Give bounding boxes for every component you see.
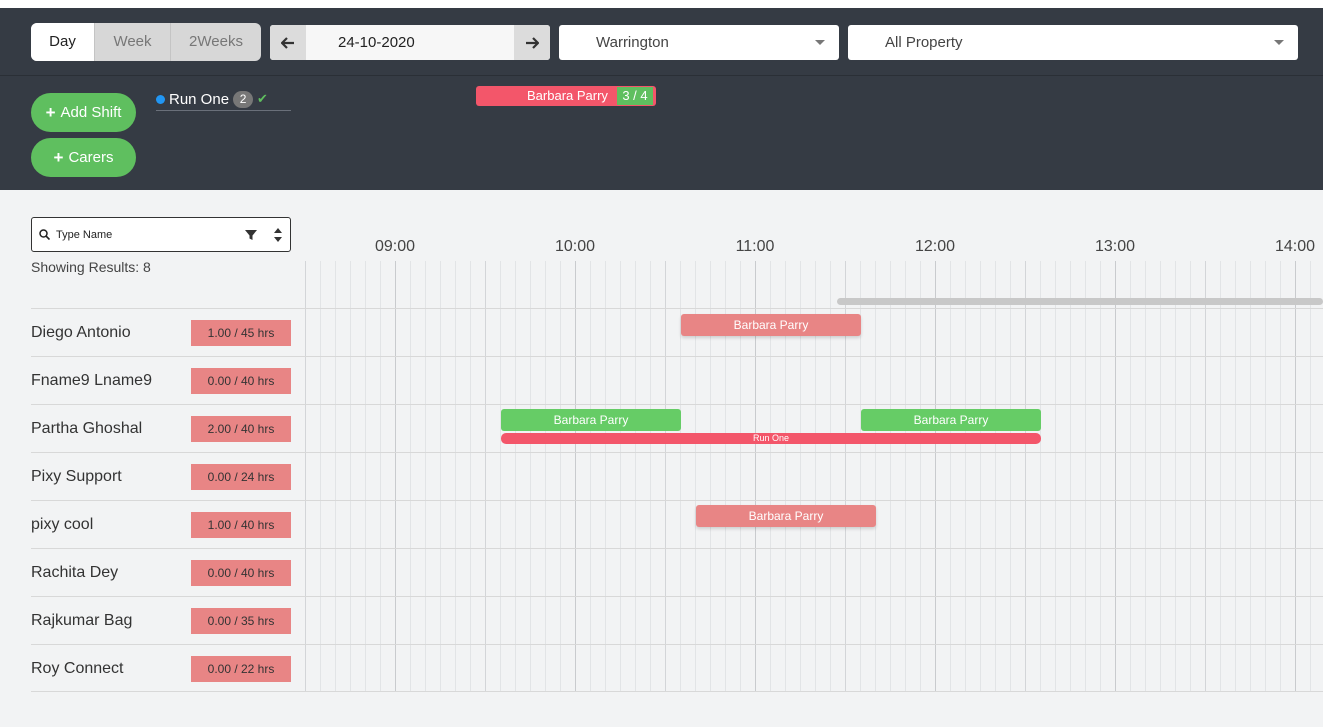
prev-date-button[interactable] — [270, 25, 306, 60]
run-item[interactable]: Run One 2 ✔ — [156, 88, 291, 111]
carer-name[interactable]: Rachita Dey — [31, 564, 118, 582]
tab-week[interactable]: Week — [95, 23, 171, 61]
carer-row: Rajkumar Bag 0.00 / 35 hrs — [31, 596, 1323, 644]
add-shift-label: Add Shift — [60, 104, 122, 121]
location-select[interactable]: Warrington — [559, 25, 839, 60]
shift-block[interactable]: Barbara Parry — [861, 409, 1041, 431]
hour-label: 10:00 — [554, 238, 596, 255]
hour-label: 12:00 — [914, 238, 956, 255]
search-box[interactable]: Type Name — [31, 217, 291, 252]
carer-name[interactable]: Roy Connect — [31, 660, 124, 678]
carer-row: Rachita Dey 0.00 / 40 hrs — [31, 548, 1323, 596]
unassigned-shift-label: Barbara Parry — [527, 88, 608, 103]
carer-row: Diego Antonio 1.00 / 45 hrs Barbara Parr… — [31, 308, 1323, 356]
carer-name[interactable]: Rajkumar Bag — [31, 612, 132, 630]
chevron-down-icon — [1274, 40, 1284, 45]
shift-block[interactable]: Barbara Parry — [501, 409, 681, 431]
add-shift-button[interactable]: + Add Shift — [31, 93, 136, 132]
results-count: Showing Results: 8 — [31, 259, 151, 275]
carers-button[interactable]: + Carers — [31, 138, 136, 177]
tab-2weeks[interactable]: 2Weeks — [171, 23, 261, 61]
run-dot-icon — [156, 94, 165, 104]
filter-icon[interactable] — [245, 229, 257, 241]
unassigned-shift[interactable]: Barbara Parry 3 / 4 — [476, 86, 656, 106]
carer-hours-badge: 0.00 / 35 hrs — [191, 608, 291, 634]
carer-name[interactable]: Pixy Support — [31, 468, 122, 486]
run-count-badge: 2 — [233, 90, 254, 108]
property-select-value: All Property — [885, 34, 963, 51]
hour-label: 14:00 — [1274, 238, 1316, 255]
carer-name[interactable]: Partha Ghoshal — [31, 420, 142, 438]
next-date-button[interactable] — [514, 25, 550, 60]
plus-icon: + — [45, 102, 56, 122]
hour-label: 11:00 — [735, 238, 775, 255]
carer-hours-badge: 0.00 / 22 hrs — [191, 656, 291, 682]
date-navigator: 24-10-2020 — [270, 25, 550, 60]
carer-name[interactable]: pixy cool — [31, 516, 93, 534]
carer-hours-badge: 0.00 / 24 hrs — [191, 464, 291, 490]
run-label: Run One — [169, 90, 230, 108]
plus-icon: + — [53, 147, 64, 167]
top-strip — [0, 0, 1323, 8]
hour-label: 09:00 — [374, 238, 416, 255]
carer-hours-badge: 1.00 / 40 hrs — [191, 512, 291, 538]
carer-row: Roy Connect 0.00 / 22 hrs — [31, 644, 1323, 692]
toolbar: Day Week 2Weeks 24-10-2020 Warrington Al… — [0, 8, 1323, 75]
carer-rows: Diego Antonio 1.00 / 45 hrs Barbara Parr… — [31, 308, 1323, 692]
view-tabs: Day Week 2Weeks — [31, 23, 261, 61]
carer-name[interactable]: Fname9 Lname9 — [31, 372, 152, 390]
carer-row: Pixy Support 0.00 / 24 hrs — [31, 452, 1323, 500]
carer-hours-badge: 0.00 / 40 hrs — [191, 368, 291, 394]
date-field[interactable]: 24-10-2020 — [306, 25, 514, 60]
shift-block[interactable]: Barbara Parry — [681, 314, 861, 336]
arrow-right-icon — [526, 36, 539, 49]
carer-hours-badge: 1.00 / 45 hrs — [191, 320, 291, 346]
carer-row: pixy cool 1.00 / 40 hrs Barbara Parry — [31, 500, 1323, 548]
shift-panel: + Add Shift + Carers Run One 2 ✔ Barbara… — [0, 75, 1323, 190]
carer-name[interactable]: Diego Antonio — [31, 324, 131, 342]
check-icon: ✔ — [257, 91, 268, 106]
carer-row: Fname9 Lname9 0.00 / 40 hrs — [31, 356, 1323, 404]
shift-ratio-badge: 3 / 4 — [617, 87, 653, 105]
carer-hours-badge: 0.00 / 40 hrs — [191, 560, 291, 586]
search-icon — [39, 229, 50, 240]
carer-row: Partha Ghoshal 2.00 / 40 hrs Barbara Par… — [31, 404, 1323, 452]
arrow-left-icon — [281, 36, 294, 49]
hour-label: 13:00 — [1094, 238, 1136, 255]
carer-hours-badge: 2.00 / 40 hrs — [191, 416, 291, 442]
carers-label: Carers — [68, 149, 114, 166]
location-select-value: Warrington — [596, 34, 669, 51]
chevron-down-icon — [815, 40, 825, 45]
search-input[interactable]: Type Name — [56, 229, 245, 241]
tab-day[interactable]: Day — [31, 23, 95, 61]
shift-block[interactable]: Barbara Parry — [696, 505, 876, 527]
run-bar[interactable]: Run One — [501, 433, 1041, 444]
property-select[interactable]: All Property — [848, 25, 1298, 60]
horizontal-scrollbar[interactable] — [837, 298, 1323, 305]
sort-icon[interactable] — [274, 227, 282, 242]
